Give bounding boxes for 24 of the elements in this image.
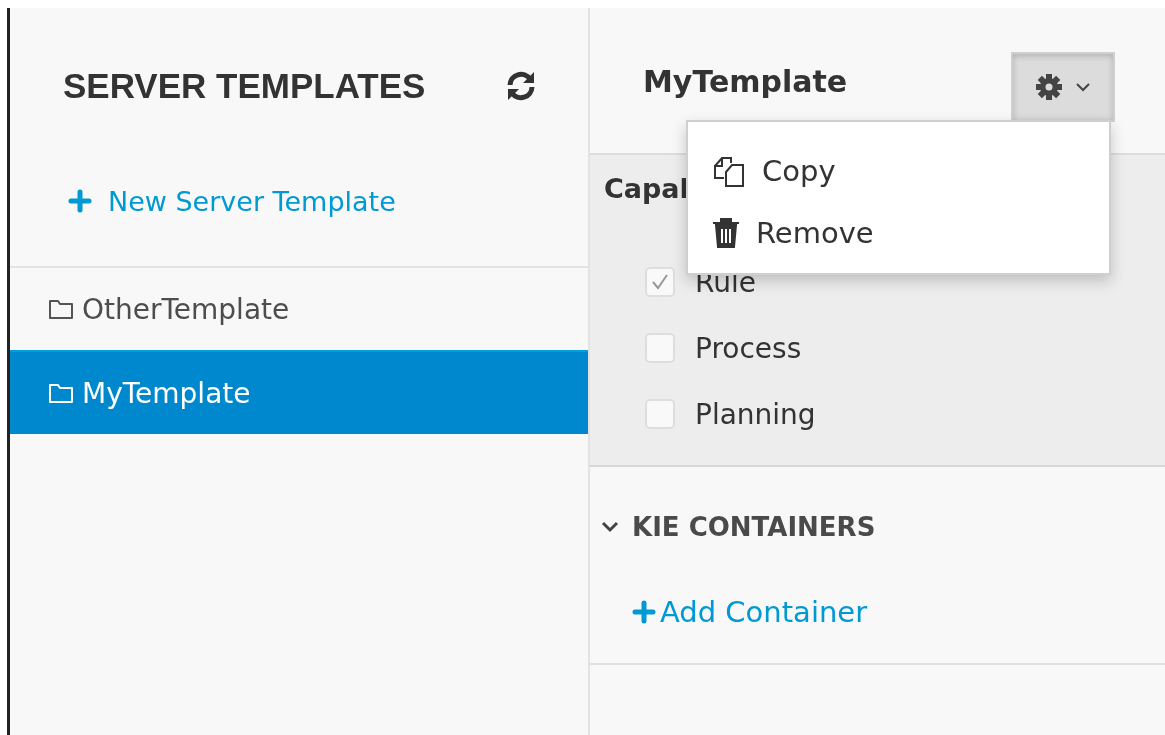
checkbox[interactable] [645, 399, 675, 429]
section-heading: KIE CONTAINERS [632, 512, 876, 542]
settings-icon [1035, 73, 1063, 101]
menu-item[interactable]: Copy [712, 140, 836, 202]
template-title: MyTemplate [643, 64, 848, 99]
checkbox[interactable] [645, 267, 675, 297]
checkbox-label: Planning [695, 397, 816, 431]
check-icon [650, 273, 670, 291]
section-heading: Capal [604, 173, 689, 204]
checkbox-label: Process [695, 331, 802, 365]
panel-title: SERVER TEMPLATES [63, 66, 426, 106]
folder-icon [48, 382, 74, 404]
plus-icon [632, 600, 656, 624]
trash-icon [712, 217, 740, 249]
menu-item[interactable]: Remove [712, 202, 874, 264]
checkbox[interactable] [645, 333, 675, 363]
copy-icon [712, 154, 746, 188]
settings-button[interactable] [1011, 52, 1115, 122]
plus-icon [68, 189, 92, 213]
caret-icon [1075, 82, 1091, 92]
folder-icon [48, 298, 74, 320]
chevron-icon[interactable] [600, 520, 620, 534]
template-item[interactable]: MyTemplate [10, 350, 588, 434]
template-item[interactable]: OtherTemplate [10, 268, 588, 350]
